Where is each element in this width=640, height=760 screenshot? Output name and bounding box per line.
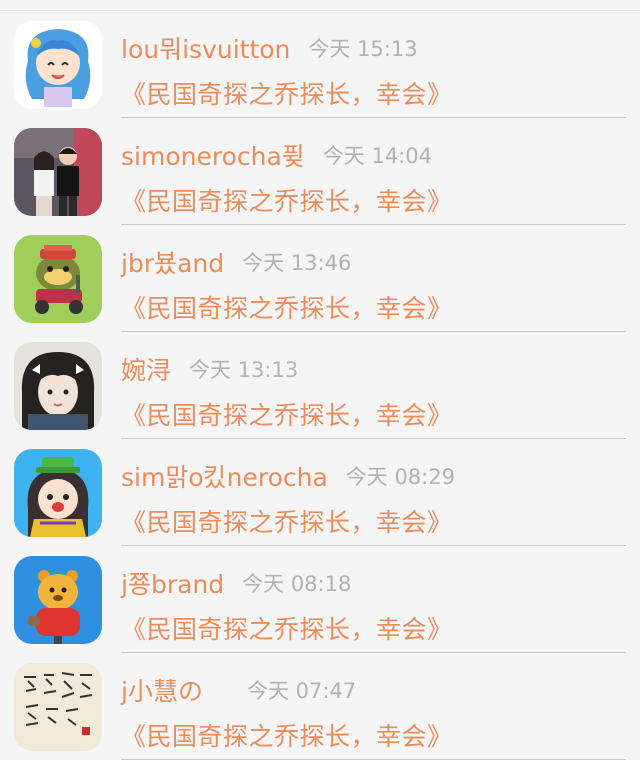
comment-message: 《民国奇探之乔探长，幸会》 [121,80,453,109]
username[interactable]: jbr뵸and [121,244,224,280]
username[interactable]: sim맑o킸nerocha [121,458,328,494]
comment-meta: 婉浔 今天 13:13 [121,352,298,386]
username[interactable]: simonerocha퓢 [121,137,305,173]
comment-message: 《民国奇探之乔探长，幸会》 [121,187,453,216]
comment-meta: sim맑o킸nerocha 今天 08:29 [121,459,455,493]
comment-row[interactable]: sim맑o킸nerocha 今天 08:29 《民国奇探之乔探长，幸会》 [0,439,640,546]
timestamp: 今天 08:29 [345,465,455,489]
calligraphy-scroll-avatar[interactable] [14,663,102,751]
cartoon-girl-green-hat-avatar[interactable] [14,449,102,537]
comment-row[interactable]: lou뭐isvuitton 今天 15:13 《民国奇探之乔探长，幸会》 [0,11,640,118]
frog-on-scooter-avatar[interactable] [14,235,102,323]
comment-meta: j小慧の 今天 07:47 [121,673,356,707]
comment-message: 《民国奇探之乔探长，幸会》 [121,294,453,323]
comment-list: lou뭐isvuitton 今天 15:13 《民国奇探之乔探长，幸会》 sim… [0,11,640,760]
girl-selfie-avatar[interactable] [14,342,102,430]
anime-girl-blue-hair-avatar[interactable] [14,21,102,109]
username[interactable]: j小慧の [121,672,203,708]
comment-row[interactable]: jbr뵸and 今天 13:46 《民国奇探之乔探长，幸会》 [0,225,640,332]
timestamp: 今天 07:47 [246,679,357,703]
comment-content: j小慧の 今天 07:47 《民国奇探之乔探长，幸会》 [121,653,626,760]
comment-meta: simonerocha퓢 今天 14:04 [121,138,432,172]
username[interactable]: 婉浔 [121,351,171,387]
username[interactable]: lou뭐isvuitton [121,30,290,66]
comment-message: 《民国奇探之乔探长，幸会》 [121,401,453,430]
comment-content: lou뭐isvuitton 今天 15:13 《民国奇探之乔探长，幸会》 [121,11,626,118]
timestamp: 今天 13:46 [242,251,352,275]
username[interactable]: j쭁brand [121,565,224,601]
comment-message: 《民国奇探之乔探长，幸会》 [121,508,453,537]
couple-photo-avatar[interactable] [14,128,102,216]
comment-row[interactable]: j쭁brand 今天 08:18 《民国奇探之乔探长，幸会》 [0,546,640,653]
timestamp: 今天 14:04 [322,144,432,168]
comment-row[interactable]: 婉浔 今天 13:13 《民国奇探之乔探长，幸会》 [0,332,640,439]
comment-content: jbr뵸and 今天 13:46 《民国奇探之乔探长，幸会》 [121,225,626,332]
comment-content: sim맑o킸nerocha 今天 08:29 《民国奇探之乔探长，幸会》 [121,439,626,546]
timestamp: 今天 13:13 [189,358,299,382]
comment-content: simonerocha퓢 今天 14:04 《民国奇探之乔探长，幸会》 [121,118,626,225]
comment-message: 《民国奇探之乔探长，幸会》 [121,722,453,751]
timestamp: 今天 08:18 [242,572,352,596]
comment-message: 《民国奇探之乔探长，幸会》 [121,615,453,644]
comment-row[interactable]: j小慧の 今天 07:47 《民国奇探之乔探长，幸会》 [0,653,640,760]
cartoon-bear-red-shirt-avatar[interactable] [14,556,102,644]
timestamp: 今天 15:13 [308,37,418,61]
top-divider [0,0,640,11]
comment-meta: jbr뵸and 今天 13:46 [121,245,351,279]
comment-row[interactable]: simonerocha퓢 今天 14:04 《民国奇探之乔探长，幸会》 [0,118,640,225]
comment-content: j쭁brand 今天 08:18 《民国奇探之乔探长，幸会》 [121,546,626,653]
comment-meta: lou뭐isvuitton 今天 15:13 [121,31,418,65]
comment-meta: j쭁brand 今天 08:18 [121,566,351,600]
comment-content: 婉浔 今天 13:13 《民国奇探之乔探长，幸会》 [121,332,626,439]
